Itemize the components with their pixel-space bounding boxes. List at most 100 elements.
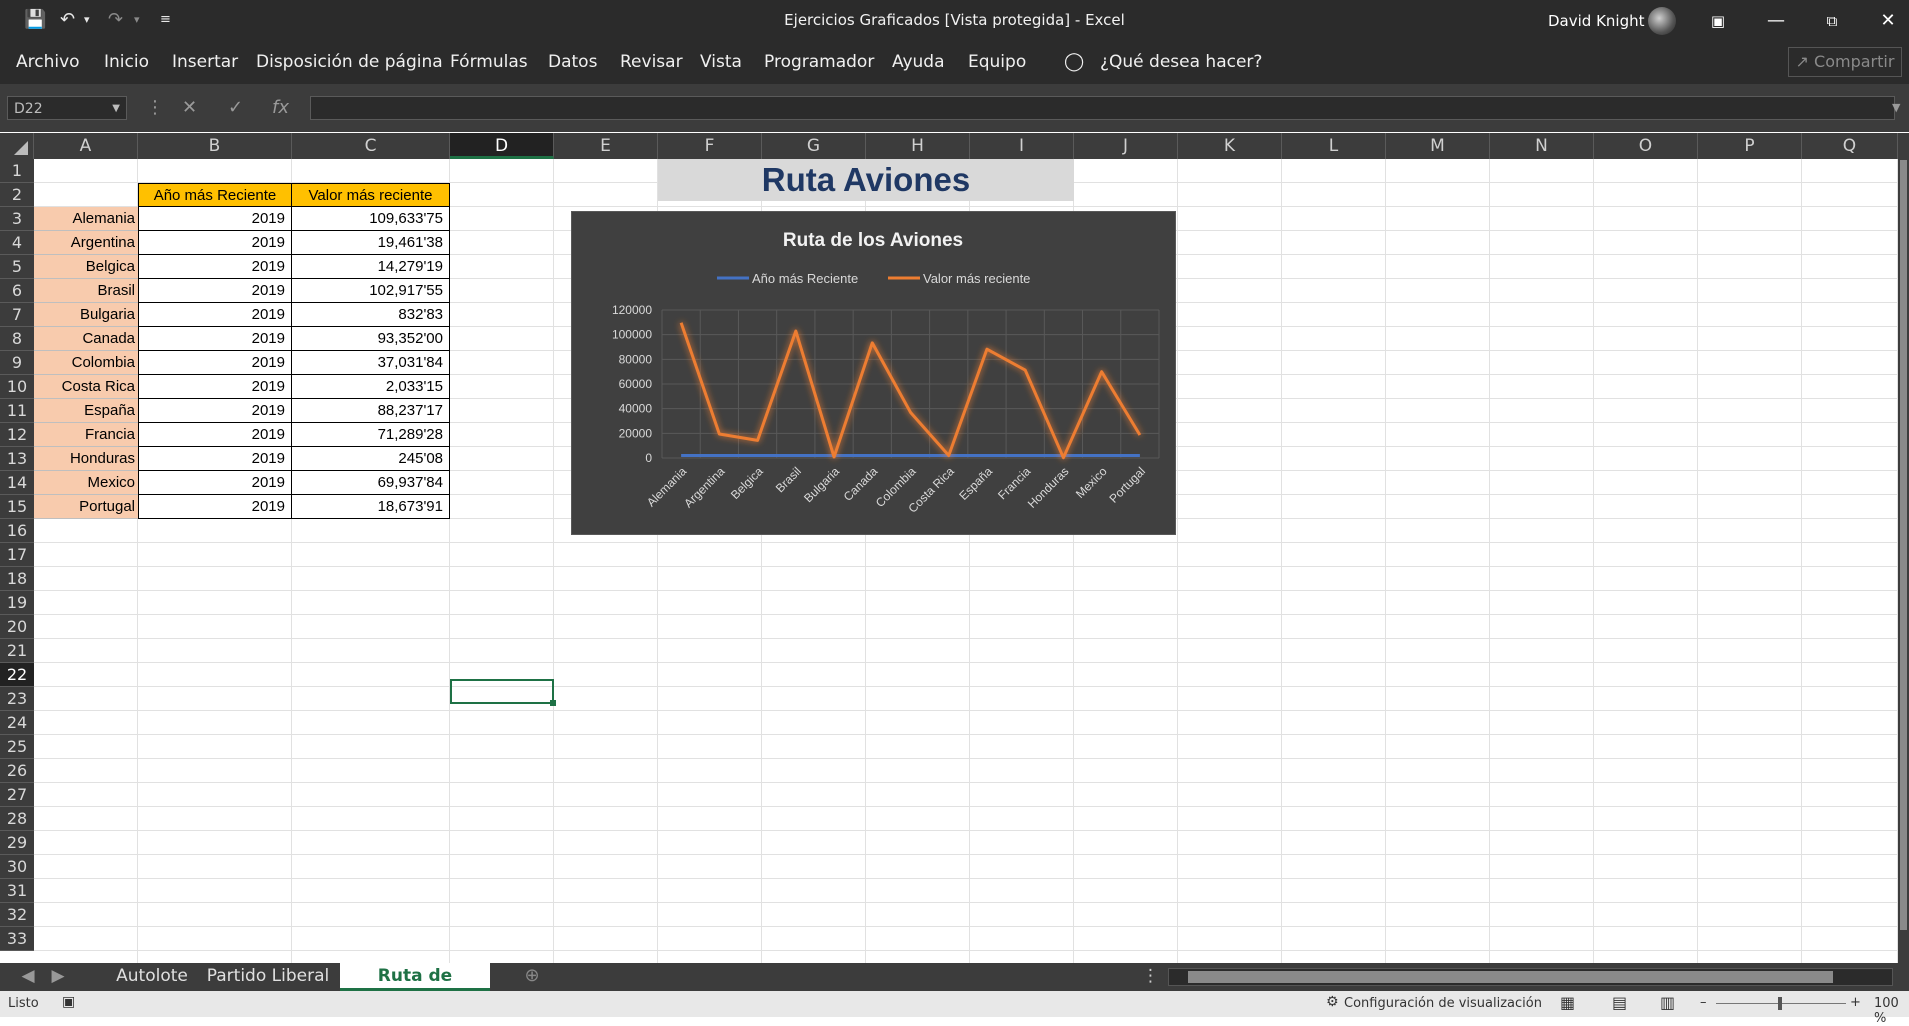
- prev-sheet-icon[interactable]: ◀: [18, 963, 38, 991]
- value-cell[interactable]: 109,633'75: [292, 207, 450, 231]
- lightbulb-icon[interactable]: ◯: [1064, 51, 1084, 72]
- sheet-tab-autolote[interactable]: Autolote: [106, 963, 198, 991]
- page-break-view-icon[interactable]: ▥: [1660, 993, 1675, 1012]
- share-button[interactable]: ↗ Compartir: [1788, 47, 1902, 77]
- row-header-7[interactable]: 7: [0, 303, 34, 327]
- sheet-tab-partido-liberal[interactable]: Partido Liberal: [200, 963, 336, 991]
- row-header-29[interactable]: 29: [0, 831, 34, 855]
- row-header-11[interactable]: 11: [0, 399, 34, 423]
- year-cell[interactable]: 2019: [138, 423, 292, 447]
- next-sheet-icon[interactable]: ▶: [48, 963, 68, 991]
- column-header-m[interactable]: M: [1386, 133, 1490, 159]
- user-name[interactable]: David Knight: [1548, 12, 1645, 30]
- expand-formula-icon[interactable]: ▼: [1892, 96, 1900, 120]
- horizontal-scroll-thumb[interactable]: [1188, 971, 1833, 983]
- column-header-e[interactable]: E: [554, 133, 658, 159]
- zoom-in-icon[interactable]: +: [1850, 995, 1861, 1010]
- year-cell[interactable]: 2019: [138, 279, 292, 303]
- row-header-12[interactable]: 12: [0, 423, 34, 447]
- formula-input[interactable]: [310, 96, 1895, 120]
- country-cell[interactable]: Alemania: [34, 207, 138, 231]
- row-header-24[interactable]: 24: [0, 711, 34, 735]
- menu-vista[interactable]: Vista: [700, 52, 742, 72]
- column-header-o[interactable]: O: [1594, 133, 1698, 159]
- row-header-32[interactable]: 32: [0, 903, 34, 927]
- column-header-q[interactable]: Q: [1802, 133, 1898, 159]
- year-cell[interactable]: 2019: [138, 351, 292, 375]
- row-header-21[interactable]: 21: [0, 639, 34, 663]
- column-header-b[interactable]: B: [138, 133, 292, 159]
- tell-me-search[interactable]: ¿Qué desea hacer?: [1100, 52, 1262, 72]
- country-cell[interactable]: Brasil: [34, 279, 138, 303]
- menu-archivo[interactable]: Archivo: [16, 52, 80, 72]
- country-cell[interactable]: Honduras: [34, 447, 138, 471]
- zoom-slider-thumb[interactable]: [1778, 997, 1782, 1010]
- year-cell[interactable]: 2019: [138, 327, 292, 351]
- column-header-p[interactable]: P: [1698, 133, 1802, 159]
- name-box[interactable]: D22 ▼: [7, 96, 127, 120]
- line-chart[interactable]: Ruta de los Aviones Año más Reciente Valor…: [571, 211, 1176, 535]
- year-cell[interactable]: 2019: [138, 447, 292, 471]
- value-cell[interactable]: 88,237'17: [292, 399, 450, 423]
- row-header-31[interactable]: 31: [0, 879, 34, 903]
- display-settings-link[interactable]: Configuración de visualización: [1344, 996, 1542, 1011]
- sheet-title[interactable]: Ruta Aviones: [658, 159, 1074, 201]
- column-header-d[interactable]: D: [450, 133, 554, 159]
- value-cell[interactable]: 14,279'19: [292, 255, 450, 279]
- row-header-6[interactable]: 6: [0, 279, 34, 303]
- normal-view-icon[interactable]: ▦: [1560, 993, 1575, 1012]
- country-cell[interactable]: Argentina: [34, 231, 138, 255]
- country-cell[interactable]: Portugal: [34, 495, 138, 519]
- menu-equipo[interactable]: Equipo: [968, 52, 1026, 72]
- year-cell[interactable]: 2019: [138, 399, 292, 423]
- row-header-3[interactable]: 3: [0, 207, 34, 231]
- row-header-26[interactable]: 26: [0, 759, 34, 783]
- row-header-27[interactable]: 27: [0, 783, 34, 807]
- value-cell[interactable]: 18,673'91: [292, 495, 450, 519]
- country-cell[interactable]: Canada: [34, 327, 138, 351]
- value-cell[interactable]: 102,917'55: [292, 279, 450, 303]
- column-header-f[interactable]: F: [658, 133, 762, 159]
- more-options-icon[interactable]: ⋮: [146, 96, 164, 120]
- value-cell[interactable]: 69,937'84: [292, 471, 450, 495]
- year-cell[interactable]: 2019: [138, 303, 292, 327]
- year-cell[interactable]: 2019: [138, 471, 292, 495]
- column-header-l[interactable]: L: [1282, 133, 1386, 159]
- column-header-i[interactable]: I: [970, 133, 1074, 159]
- vertical-scroll-thumb[interactable]: [1900, 160, 1907, 930]
- cancel-entry-icon[interactable]: ✕: [182, 96, 197, 120]
- row-header-13[interactable]: 13: [0, 447, 34, 471]
- row-header-2[interactable]: 2: [0, 183, 34, 207]
- row-header-22[interactable]: 22: [0, 663, 34, 687]
- year-cell[interactable]: 2019: [138, 255, 292, 279]
- close-icon[interactable]: ✕: [1868, 8, 1908, 34]
- zoom-level[interactable]: 100 %: [1874, 996, 1909, 1026]
- year-cell[interactable]: 2019: [138, 207, 292, 231]
- row-header-9[interactable]: 9: [0, 351, 34, 375]
- country-cell[interactable]: Mexico: [34, 471, 138, 495]
- fill-handle[interactable]: [550, 700, 556, 706]
- name-box-dropdown-icon[interactable]: ▼: [112, 97, 120, 121]
- row-header-16[interactable]: 16: [0, 519, 34, 543]
- insert-function-icon[interactable]: fx: [272, 96, 289, 120]
- active-cell[interactable]: [450, 679, 554, 704]
- column-header-h[interactable]: H: [866, 133, 970, 159]
- column-header-g[interactable]: G: [762, 133, 866, 159]
- header-anio[interactable]: Año más Reciente: [138, 183, 292, 207]
- menu-ayuda[interactable]: Ayuda: [892, 52, 945, 72]
- zoom-out-icon[interactable]: –: [1700, 995, 1707, 1010]
- column-header-a[interactable]: A: [34, 133, 138, 159]
- country-cell[interactable]: Costa Rica: [34, 375, 138, 399]
- row-header-25[interactable]: 25: [0, 735, 34, 759]
- row-header-19[interactable]: 19: [0, 591, 34, 615]
- country-cell[interactable]: Francia: [34, 423, 138, 447]
- row-header-15[interactable]: 15: [0, 495, 34, 519]
- country-cell[interactable]: España: [34, 399, 138, 423]
- menu-disposicion[interactable]: Disposición de página: [256, 52, 443, 72]
- header-valor[interactable]: Valor más reciente: [292, 183, 450, 207]
- avatar[interactable]: [1648, 7, 1676, 35]
- value-cell[interactable]: 245'08: [292, 447, 450, 471]
- ribbon-display-icon[interactable]: ▣: [1698, 8, 1738, 34]
- row-header-17[interactable]: 17: [0, 543, 34, 567]
- page-layout-view-icon[interactable]: ▤: [1612, 993, 1627, 1012]
